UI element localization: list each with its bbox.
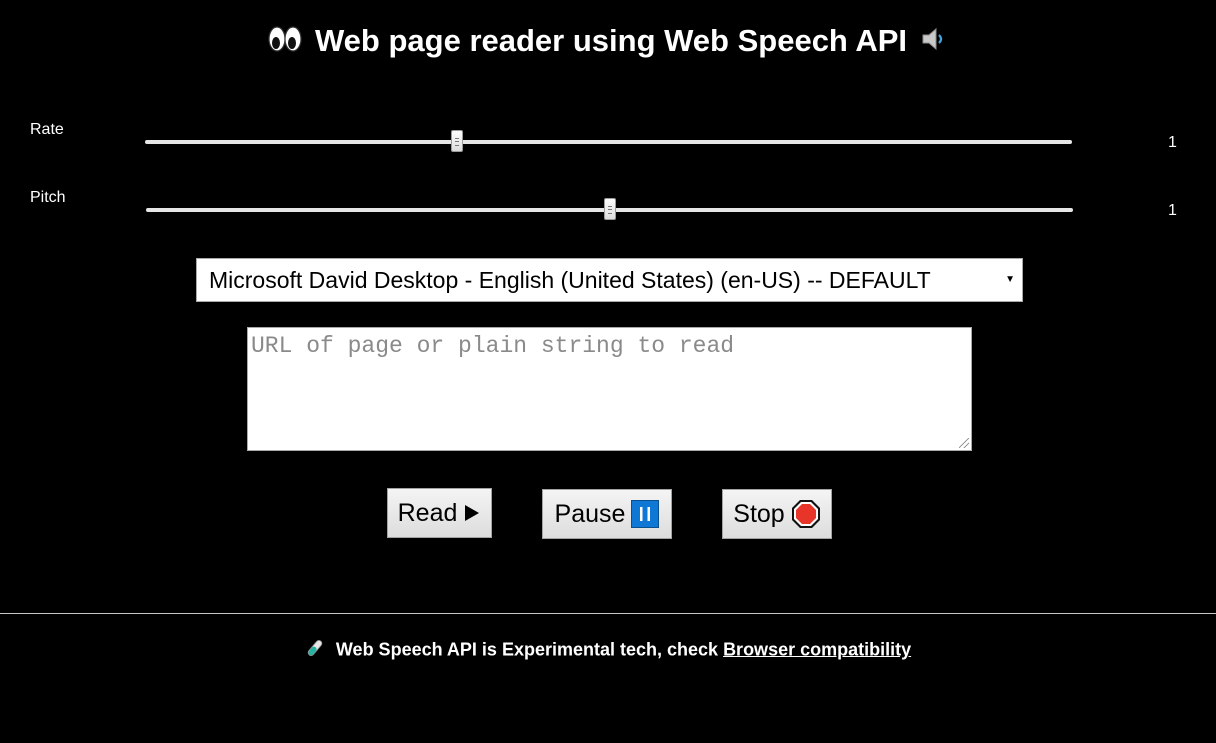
stop-button-label: Stop — [733, 499, 785, 528]
pause-button-label: Pause — [554, 499, 626, 528]
pause-icon — [631, 500, 660, 528]
voice-select[interactable]: Microsoft David Desktop - English (Unite… — [196, 258, 1023, 302]
play-icon — [463, 503, 481, 523]
read-button[interactable]: Read — [387, 488, 492, 538]
footer-text: Web Speech API is Experimental tech, che… — [335, 639, 719, 660]
read-button-label: Read — [397, 498, 458, 527]
rate-label: Rate — [30, 121, 64, 138]
rate-slider-thumb[interactable] — [451, 130, 464, 152]
stop-button[interactable]: Stop — [722, 489, 832, 539]
resize-grip-icon[interactable] — [959, 438, 969, 448]
voice-select-value: Microsoft David Desktop - English (Unite… — [209, 267, 931, 293]
text-input[interactable]: URL of page or plain string to read — [247, 327, 972, 451]
pitch-slider[interactable] — [146, 198, 1073, 220]
pause-button[interactable]: Pause — [542, 489, 672, 539]
speaker-icon — [920, 24, 948, 62]
dropdown-arrow-icon: ▼ — [1005, 274, 1015, 285]
page-title-text: Web page reader using Web Speech API — [314, 23, 908, 58]
page-title: Web page reader using Web Speech API — [0, 22, 1216, 62]
rate-value: 1 — [1168, 134, 1177, 151]
test-tube-icon — [305, 638, 325, 663]
footer-divider — [0, 613, 1216, 614]
pitch-label: Pitch — [30, 189, 66, 206]
pitch-slider-thumb[interactable] — [603, 198, 616, 220]
browser-compatibility-link[interactable]: Browser compatibility — [723, 639, 911, 659]
text-input-placeholder: URL of page or plain string to read — [251, 333, 735, 359]
pitch-value: 1 — [1168, 202, 1177, 219]
footer: Web Speech API is Experimental tech, che… — [0, 638, 1216, 663]
eyes-icon — [268, 24, 302, 62]
rate-slider[interactable] — [145, 130, 1072, 152]
stop-sign-icon — [791, 499, 821, 529]
